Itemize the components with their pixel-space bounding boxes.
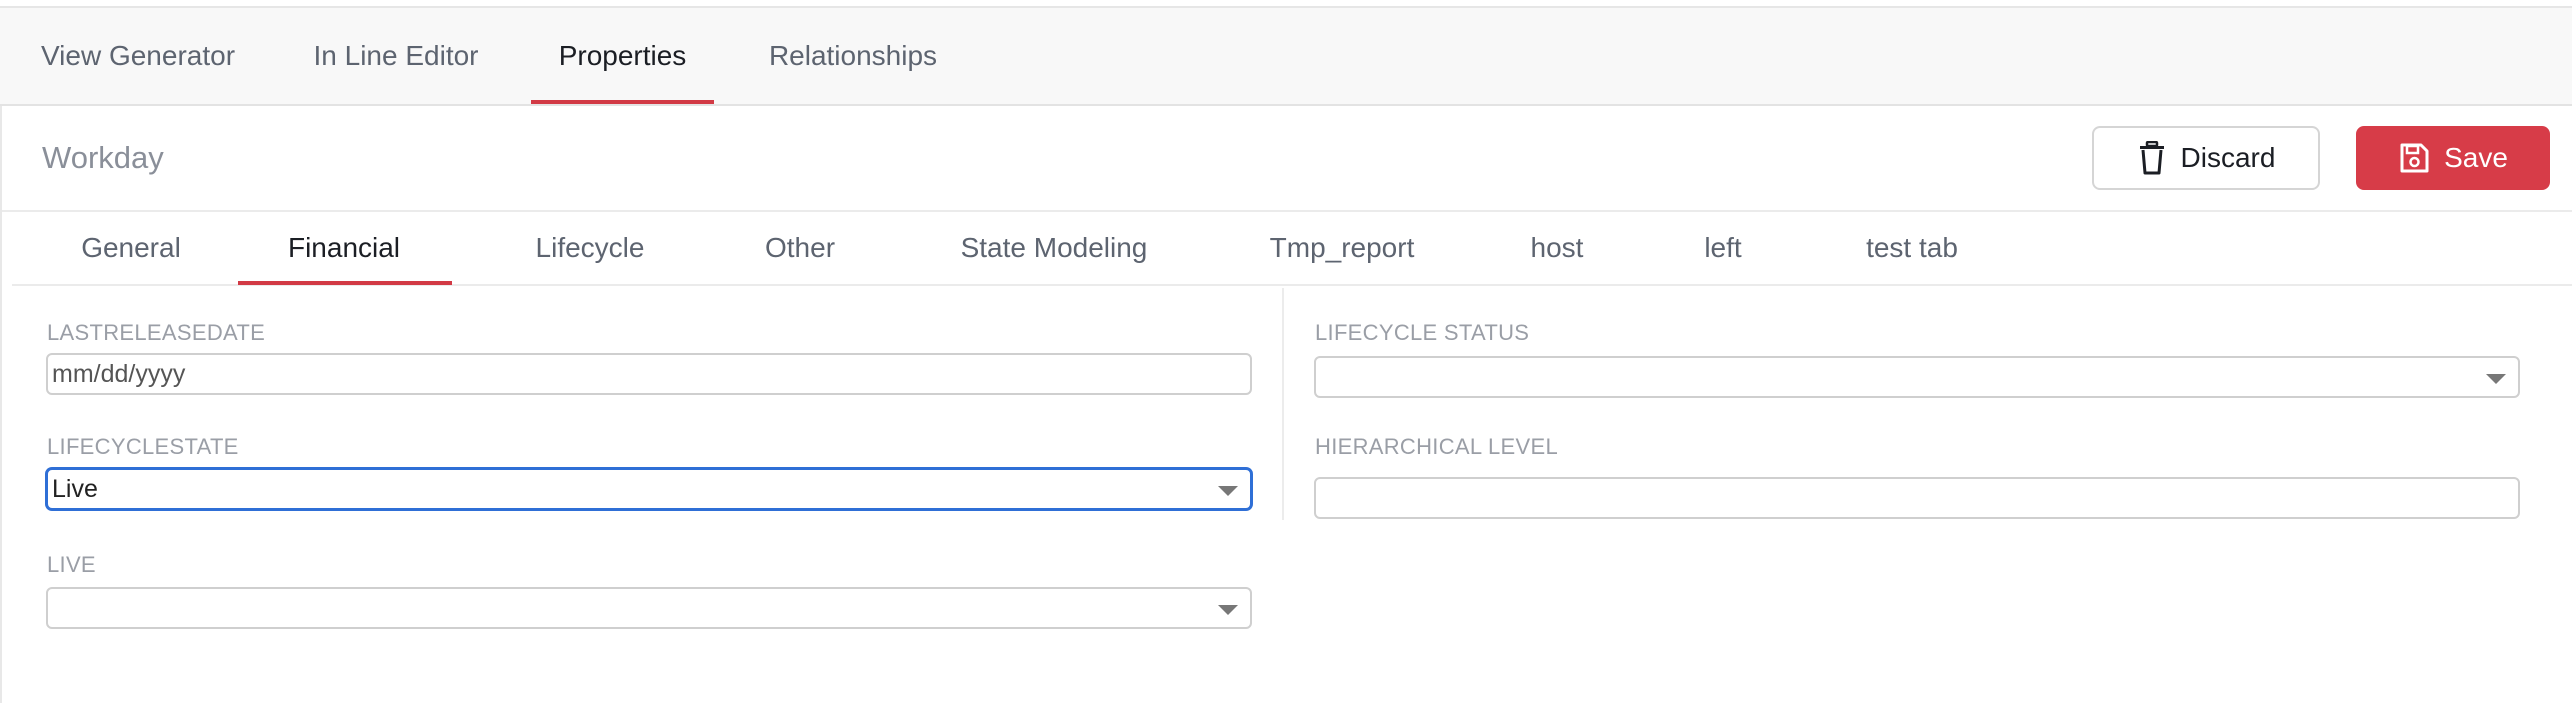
section-tab-bar: General Financial Lifecycle Other State … bbox=[12, 212, 2572, 286]
save-label: Save bbox=[2444, 142, 2508, 173]
tab-view-generator[interactable]: View Generator bbox=[40, 8, 236, 104]
page-header: Workday Discard Save bbox=[2, 106, 2572, 212]
top-tab-bar: View Generator In Line Editor Properties… bbox=[0, 8, 2572, 106]
tab-other[interactable]: Other bbox=[742, 212, 858, 284]
lastreleasedate-field[interactable]: mm/dd/yyyy bbox=[46, 353, 1252, 395]
tab-properties[interactable]: Properties bbox=[555, 8, 690, 104]
chevron-down-icon bbox=[2486, 374, 2506, 384]
live-label: LIVE bbox=[47, 552, 96, 577]
hierarchical-level-field[interactable] bbox=[1314, 477, 2520, 519]
top-strip bbox=[0, 0, 2572, 8]
tab-test-tab[interactable]: test tab bbox=[1834, 212, 1990, 284]
lastreleasedate-label: LASTRELEASEDATE bbox=[47, 320, 266, 345]
tab-state-modeling[interactable]: State Modeling bbox=[929, 212, 1179, 284]
save-button[interactable]: Save bbox=[2356, 126, 2550, 190]
active-tab-indicator bbox=[531, 100, 714, 104]
hierarchical-level-label: HIERARCHICAL LEVEL bbox=[1315, 434, 1558, 459]
tab-relationships[interactable]: Relationships bbox=[767, 8, 939, 104]
tab-general[interactable]: General bbox=[56, 212, 206, 284]
active-section-indicator bbox=[238, 281, 452, 285]
tab-host[interactable]: host bbox=[1502, 212, 1612, 284]
chevron-down-icon bbox=[1218, 486, 1238, 496]
tab-tmp-report[interactable]: Tmp_report bbox=[1242, 212, 1442, 284]
chevron-down-icon bbox=[1218, 605, 1238, 615]
lastreleasedate-placeholder: mm/dd/yyyy bbox=[52, 360, 186, 388]
discard-label: Discard bbox=[2180, 142, 2276, 173]
lifecyclestate-value: Live bbox=[52, 475, 98, 503]
tab-left[interactable]: left bbox=[1678, 212, 1768, 284]
tab-in-line-editor[interactable]: In Line Editor bbox=[313, 8, 479, 104]
lifecycle-status-label: LIFECYCLE STATUS bbox=[1315, 320, 1530, 345]
lifecyclestate-label: LIFECYCLESTATE bbox=[47, 434, 239, 459]
discard-button[interactable]: Discard bbox=[2092, 126, 2320, 190]
live-select[interactable] bbox=[46, 587, 1252, 629]
lifecyclestate-select[interactable]: Live bbox=[46, 468, 1252, 510]
tab-financial[interactable]: Financial bbox=[258, 212, 430, 284]
column-divider bbox=[1282, 288, 1284, 520]
tab-lifecycle[interactable]: Lifecycle bbox=[509, 212, 671, 284]
trash-icon bbox=[2137, 141, 2167, 175]
lifecycle-status-select[interactable] bbox=[1314, 356, 2520, 398]
floppy-disk-icon bbox=[2398, 142, 2430, 174]
page-title: Workday bbox=[42, 140, 164, 175]
